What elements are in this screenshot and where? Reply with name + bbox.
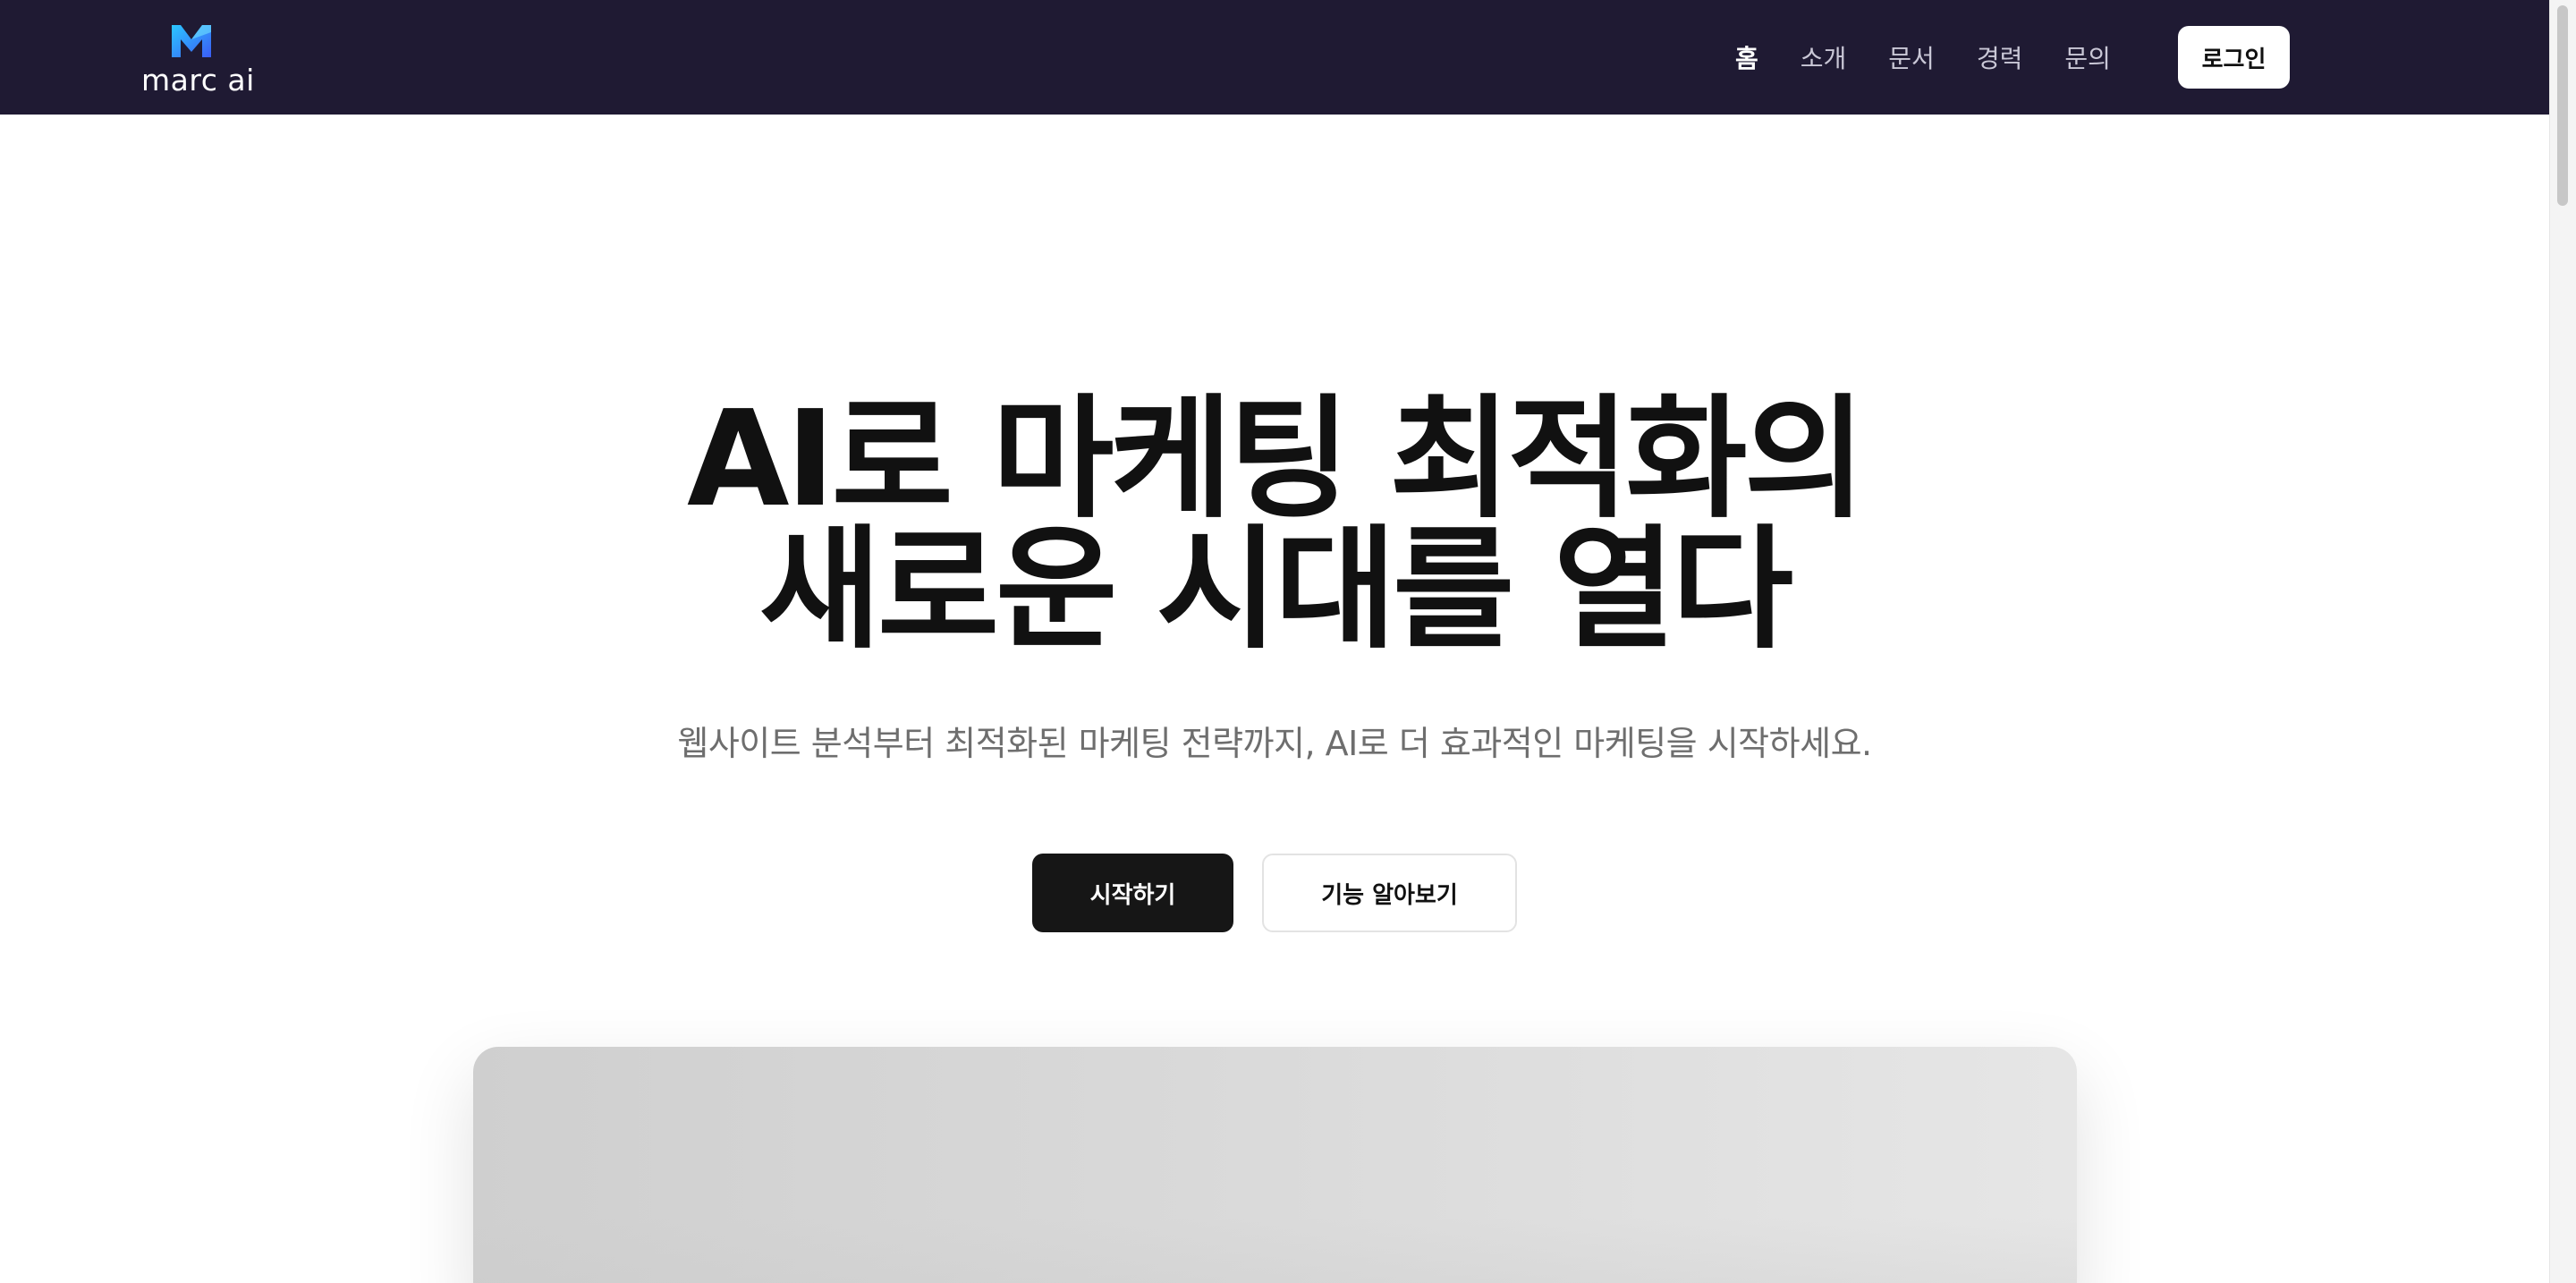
hero-title: AI로 마케팅 최적화의 새로운 시대를 열다 [0, 382, 2549, 667]
nav-item-about[interactable]: 소개 [1801, 39, 1847, 75]
m-logo-icon [172, 25, 211, 57]
hero-title-line-1: AI로 마케팅 최적화의 [687, 382, 1866, 536]
nav-item-contact[interactable]: 문의 [2064, 39, 2111, 75]
nav-item-home[interactable]: 홈 [1735, 39, 1758, 75]
page: marc ai 홈 소개 문서 경력 문의 로그인 AI로 마케팅 최적화의 새… [0, 0, 2576, 1283]
explore-features-button[interactable]: 기능 알아보기 [1262, 854, 1517, 932]
preview-shade [473, 1217, 2077, 1283]
scrollbar-thumb[interactable] [2557, 5, 2568, 206]
login-button[interactable]: 로그인 [2178, 26, 2290, 89]
brand-logo[interactable]: marc ai [141, 20, 254, 100]
hero-title-line-2: 새로운 시대를 열다 [758, 513, 1793, 667]
product-preview-panel [473, 1047, 2077, 1283]
hero-subtitle: 웹사이트 분석부터 최적화된 마케팅 전략까지, AI로 더 효과적인 마케팅을… [677, 724, 1872, 763]
get-started-button[interactable]: 시작하기 [1032, 854, 1233, 932]
nav-item-docs[interactable]: 문서 [1888, 39, 1935, 75]
brand-name: marc ai [141, 63, 255, 98]
nav-item-career[interactable]: 경력 [1977, 39, 2023, 75]
top-nav-bar: marc ai 홈 소개 문서 경력 문의 로그인 [0, 0, 2549, 115]
main-nav: 홈 소개 문서 경력 문의 [1735, 0, 2153, 115]
